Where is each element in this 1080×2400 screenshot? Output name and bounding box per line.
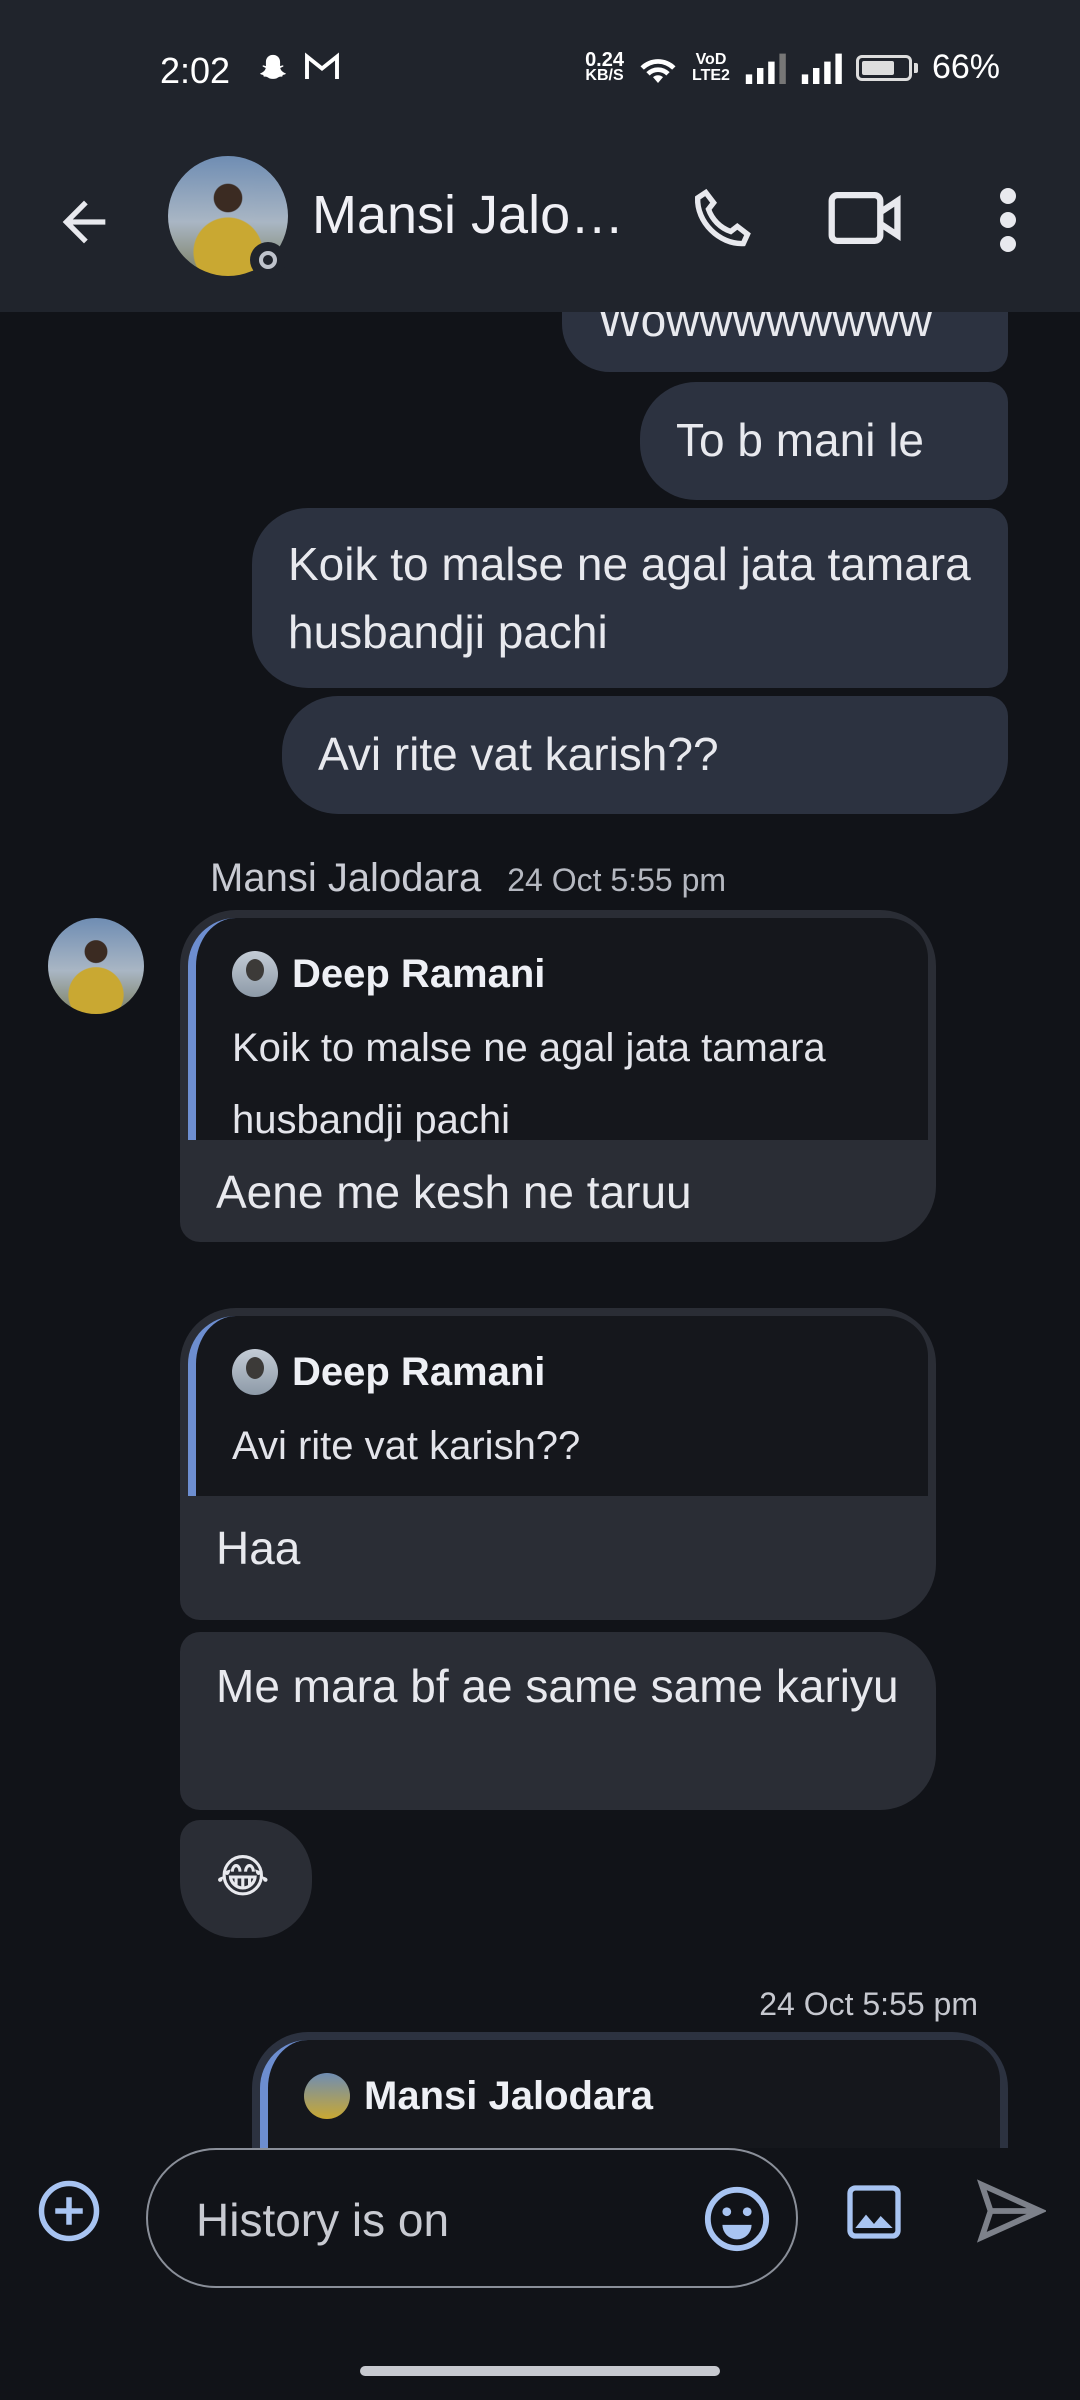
signal-icon [745,53,786,84]
quote-author: Mansi Jalodara [364,2074,654,2118]
message-composer [0,2148,1080,2400]
quote-text: Avi rite vat karish?? [232,1424,581,1468]
attach-image-button[interactable] [842,2180,906,2244]
video-call-button[interactable] [826,186,906,250]
message-text: Wowwwwwwww [598,312,932,346]
message-text: Avi rite vat karish?? [318,728,719,780]
video-icon [828,192,901,244]
outgoing-message[interactable]: To b mani le [640,382,1008,500]
message-text: Me mara bf ae same same kariyu [216,1660,899,1712]
quoted-message[interactable]: Mansi Jalodara [260,2040,1000,2148]
back-arrow-icon [62,200,106,244]
outgoing-message[interactable]: Koik to malse ne agal jata tamara husban… [252,508,1008,688]
quoted-message[interactable]: Deep Ramani Avi rite vat karish?? [188,1316,928,1496]
message-text: Koik to malse ne agal jata tamara husban… [288,538,971,658]
quote-text: Koik to malse ne agal jata tamara husban… [232,1026,826,1142]
add-attachment-button[interactable] [36,2178,102,2244]
status-bar: 2:02 0.24 KB/S VoD LTE2 66% [0,0,1080,142]
quote-author: Deep Ramani [292,952,546,996]
volte-label: VoD [695,50,727,68]
net-speed: 0.24 [585,48,624,71]
back-button[interactable] [52,190,116,254]
incoming-message[interactable]: 😂 [180,1820,312,1938]
message-list[interactable]: Wowwwwwwww To b mani le Koik to malse ne… [0,312,1080,2148]
incoming-message[interactable]: Deep Ramani Avi rite vat karish?? Haa [180,1308,936,1620]
quoted-message[interactable]: Deep Ramani Koik to malse ne agal jata t… [188,918,928,1142]
message-text: Aene me kesh ne taruu [216,1166,692,1218]
snapchat-icon [260,54,286,79]
message-timestamp: 24 Oct 5:55 pm [759,1986,978,2022]
lte-label: LTE2 [692,66,730,84]
status-time: 2:02 [160,50,231,91]
battery-percent: 66% [931,48,1000,86]
incoming-message[interactable]: Deep Ramani Koik to malse ne agal jata t… [180,910,936,1242]
send-icon [976,2179,1048,2243]
sender-info: Mansi Jalodara 24 Oct 5:55 pm [210,856,726,901]
outgoing-message[interactable]: Avi rite vat karish?? [282,696,1008,814]
quote-author-avatar [304,2073,350,2119]
image-icon [847,2185,901,2239]
more-vert-icon [1000,188,1016,252]
message-input-container[interactable] [146,2148,798,2288]
home-indicator[interactable] [360,2366,720,2376]
incoming-message[interactable]: Me mara bf ae same same kariyu [180,1632,936,1810]
outgoing-message[interactable]: Mansi Jalodara [252,2032,1008,2148]
sender-avatar[interactable] [48,918,144,1014]
signal-icon [801,53,842,84]
outgoing-message[interactable]: Wowwwwwwww [562,312,1008,372]
gmail-icon [305,52,339,79]
status-indicator-icon [250,242,286,278]
message-text: Haa [216,1522,301,1574]
emoji-message: 😂 [216,1850,270,1902]
wifi-icon [640,58,676,83]
add-circle-icon [38,2180,100,2242]
quote-author-avatar [232,951,278,997]
battery-icon [855,54,912,81]
contact-name[interactable]: Mansi Jalo… [312,184,624,246]
call-button[interactable] [686,182,758,254]
more-options-button[interactable] [990,180,1026,260]
quote-author: Deep Ramani [292,1350,546,1394]
message-timestamp: 24 Oct 5:55 pm [507,862,727,898]
quote-author-avatar [232,1349,278,1395]
sender-name: Mansi Jalodara [210,856,482,900]
phone-icon [694,188,751,247]
emoji-icon [704,2186,770,2252]
message-text: To b mani le [676,414,925,466]
net-unit: KB/S [585,66,624,84]
message-input[interactable] [194,2184,668,2256]
conversation-header: Mansi Jalo… [0,142,1080,312]
send-button[interactable] [976,2178,1048,2244]
emoji-button[interactable] [702,2184,772,2254]
